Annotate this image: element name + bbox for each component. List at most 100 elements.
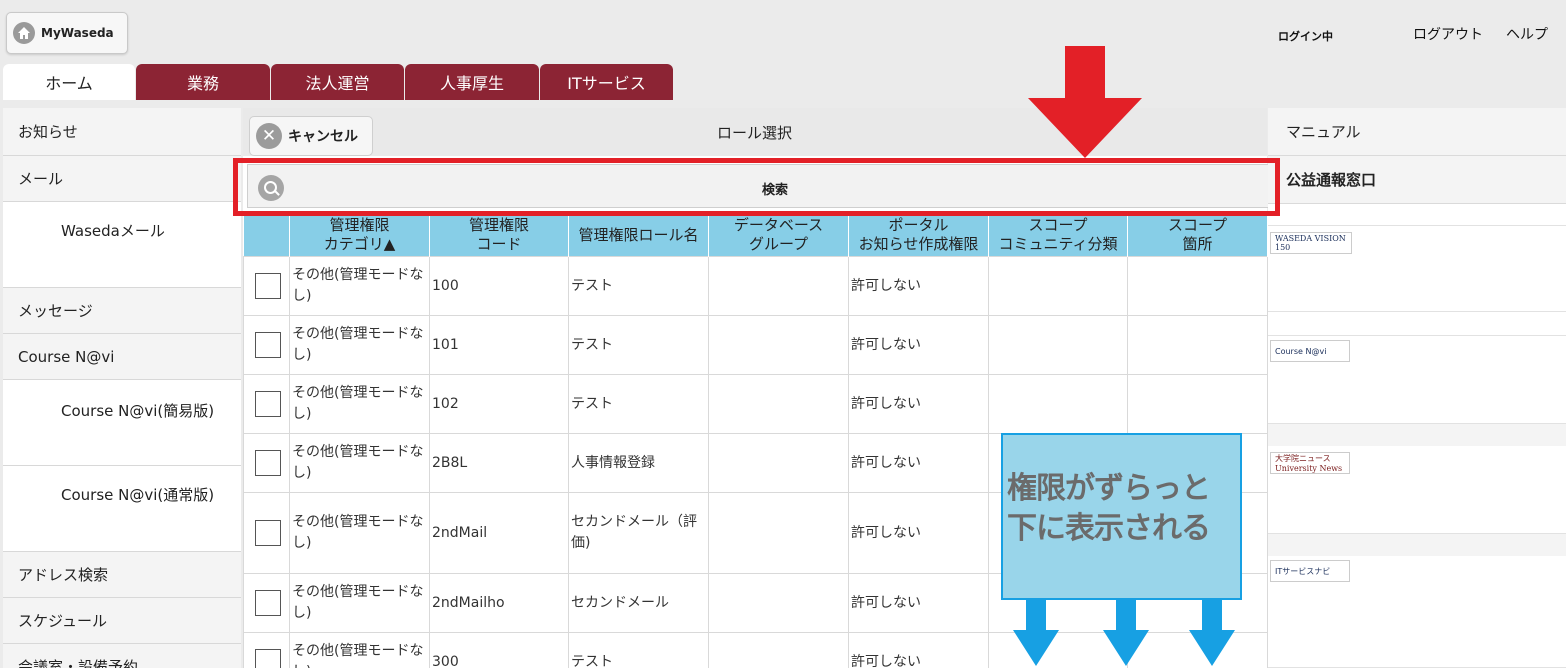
waseda-vision-banner[interactable]: WASEDA VISION 150: [1270, 232, 1352, 254]
tab-hr[interactable]: 人事厚生: [405, 64, 539, 100]
sidebar-item-address-search[interactable]: アドレス検索: [3, 552, 241, 598]
col-header-code-line2: コード: [476, 235, 522, 253]
cell-db-group: [708, 433, 849, 493]
cell-portal: 許可しない: [848, 492, 989, 574]
banner-spacer: [1268, 204, 1566, 226]
cell-code: 300: [429, 632, 569, 668]
col-header-scope-comm-line1: スコープ: [1028, 216, 1088, 234]
tab-corporate[interactable]: 法人運営: [271, 64, 404, 100]
cell-role-name: 人事情報登録: [568, 433, 709, 493]
page: { "header": { "logo_label": "MyWaseda", …: [0, 0, 1566, 668]
course-navi-banner[interactable]: Course N@vi: [1270, 340, 1350, 362]
help-link[interactable]: ヘルプ: [1506, 24, 1548, 44]
sidebar-item-course-navi-normal[interactable]: Course N@vi(通常版): [3, 466, 241, 552]
cell-portal: 許可しない: [848, 433, 989, 493]
sidebar-item-messages[interactable]: メッセージ: [3, 288, 241, 334]
logo-label: MyWaseda: [41, 26, 114, 40]
cell-scope-location: [1127, 374, 1268, 434]
red-down-arrow-icon: [1028, 46, 1142, 158]
cell-category: その他(管理モードなし): [289, 492, 430, 574]
col-header-portal-line2: お知らせ作成権限: [858, 235, 979, 253]
banner-row-news: 大学院ニュース University News: [1268, 446, 1566, 534]
cell-code: 2ndMail: [429, 492, 569, 574]
row-select-cell: [243, 632, 290, 668]
col-header-category-line2: カテゴリ▲: [323, 235, 396, 253]
sidebar-item-room-booking[interactable]: 会議室・設備予約: [3, 644, 241, 668]
cell-role-name: テスト: [568, 315, 709, 375]
sidebar-item-manual[interactable]: マニュアル: [1268, 108, 1566, 156]
cell-scope-location: [1127, 315, 1268, 375]
col-header-portal-line1: ポータル: [888, 216, 949, 234]
tab-it-service[interactable]: ITサービス: [540, 64, 673, 100]
table-row[interactable]: その他(管理モードなし) 100 テスト 許可しない: [243, 256, 1268, 316]
cell-role-name: セカンドメール（評価): [568, 492, 709, 574]
cell-scope-community: [988, 374, 1128, 434]
row-select-cell: [243, 573, 290, 633]
sidebar-item-schedule[interactable]: スケジュール: [3, 598, 241, 644]
col-header-db-line1: データベース: [733, 216, 824, 234]
col-header-portal[interactable]: ポータル お知らせ作成権限: [848, 216, 989, 257]
sidebar-item-course-navi-simple[interactable]: Course N@vi(簡易版): [3, 380, 241, 466]
col-header-scope-community[interactable]: スコープ コミュニティ分類: [988, 216, 1128, 257]
login-status: ログイン中: [1278, 30, 1333, 43]
row-select-cell: [243, 492, 290, 574]
row-select-cell: [243, 433, 290, 493]
cell-role-name: テスト: [568, 256, 709, 316]
sidebar-item-mail[interactable]: メール: [3, 156, 241, 202]
cell-category: その他(管理モードなし): [289, 256, 430, 316]
col-header-db-line2: グループ: [748, 235, 809, 253]
col-header-code[interactable]: 管理権限 コード: [429, 216, 569, 257]
right-sidebar: マニュアル 公益通報窓口 WASEDA VISION 150 Course N@…: [1268, 108, 1566, 668]
cell-scope-location: [1127, 256, 1268, 316]
cell-role-name: テスト: [568, 632, 709, 668]
tab-business[interactable]: 業務: [136, 64, 270, 100]
cell-scope-community: [988, 256, 1128, 316]
blue-down-arrow-icon: [1103, 600, 1149, 666]
row-checkbox[interactable]: [254, 272, 281, 299]
row-checkbox[interactable]: [254, 648, 281, 668]
cell-category: その他(管理モードなし): [289, 374, 430, 434]
banner-row-course: Course N@vi: [1268, 336, 1566, 424]
university-news-banner[interactable]: 大学院ニュース University News: [1270, 452, 1350, 474]
col-header-db-group[interactable]: データベース グループ: [708, 216, 849, 257]
cancel-button[interactable]: ✕ キャンセル: [249, 116, 373, 156]
cell-db-group: [708, 632, 849, 668]
sidebar-item-whistleblowing[interactable]: 公益通報窓口: [1268, 156, 1566, 204]
mywaseda-home-button[interactable]: MyWaseda: [6, 12, 128, 54]
cell-category: その他(管理モードなし): [289, 632, 430, 668]
banner-spacer: [1268, 312, 1566, 336]
cell-code: 100: [429, 256, 569, 316]
row-checkbox[interactable]: [254, 589, 281, 616]
row-checkbox[interactable]: [254, 331, 281, 358]
it-service-navi-banner[interactable]: ITサービスナビ: [1270, 560, 1350, 582]
sidebar-item-course-navi[interactable]: Course N@vi: [3, 334, 241, 380]
row-checkbox[interactable]: [254, 449, 281, 476]
tab-home[interactable]: ホーム: [3, 64, 135, 100]
cell-code: 2ndMailho: [429, 573, 569, 633]
blue-down-arrow-icon: [1013, 600, 1059, 666]
col-header-scope-location[interactable]: スコープ 箇所: [1127, 216, 1268, 257]
table-row[interactable]: その他(管理モードなし) 101 テスト 許可しない: [243, 315, 1268, 375]
cell-role-name: テスト: [568, 374, 709, 434]
cell-category: その他(管理モードなし): [289, 315, 430, 375]
sidebar-item-notices[interactable]: お知らせ: [3, 108, 241, 156]
sidebar-item-waseda-mail[interactable]: Wasedaメール: [3, 202, 241, 288]
col-header-category[interactable]: 管理権限 カテゴリ▲: [289, 216, 430, 257]
cancel-label: キャンセル: [288, 129, 358, 145]
cell-db-group: [708, 374, 849, 434]
annotation-line-1: 権限がずらっと: [1007, 471, 1211, 506]
col-header-role-name[interactable]: 管理権限ロール名: [568, 216, 709, 257]
cell-role-name: セカンドメール: [568, 573, 709, 633]
cell-db-group: [708, 315, 849, 375]
table-row[interactable]: その他(管理モードなし) 102 テスト 許可しない: [243, 374, 1268, 434]
row-checkbox[interactable]: [254, 519, 281, 546]
row-checkbox[interactable]: [254, 390, 281, 417]
col-header-scope-loc-line2: 箇所: [1182, 235, 1213, 253]
table-header-row: 管理権限 カテゴリ▲ 管理権限 コード 管理権限ロール名 データベース グループ ポー…: [243, 216, 1268, 257]
highlight-frame: [233, 158, 1280, 216]
cell-code: 102: [429, 374, 569, 434]
cell-db-group: [708, 492, 849, 574]
cell-category: その他(管理モードなし): [289, 433, 430, 493]
logout-link[interactable]: ログアウト: [1413, 24, 1483, 44]
col-header-role-name-label: 管理権限ロール名: [578, 225, 699, 244]
